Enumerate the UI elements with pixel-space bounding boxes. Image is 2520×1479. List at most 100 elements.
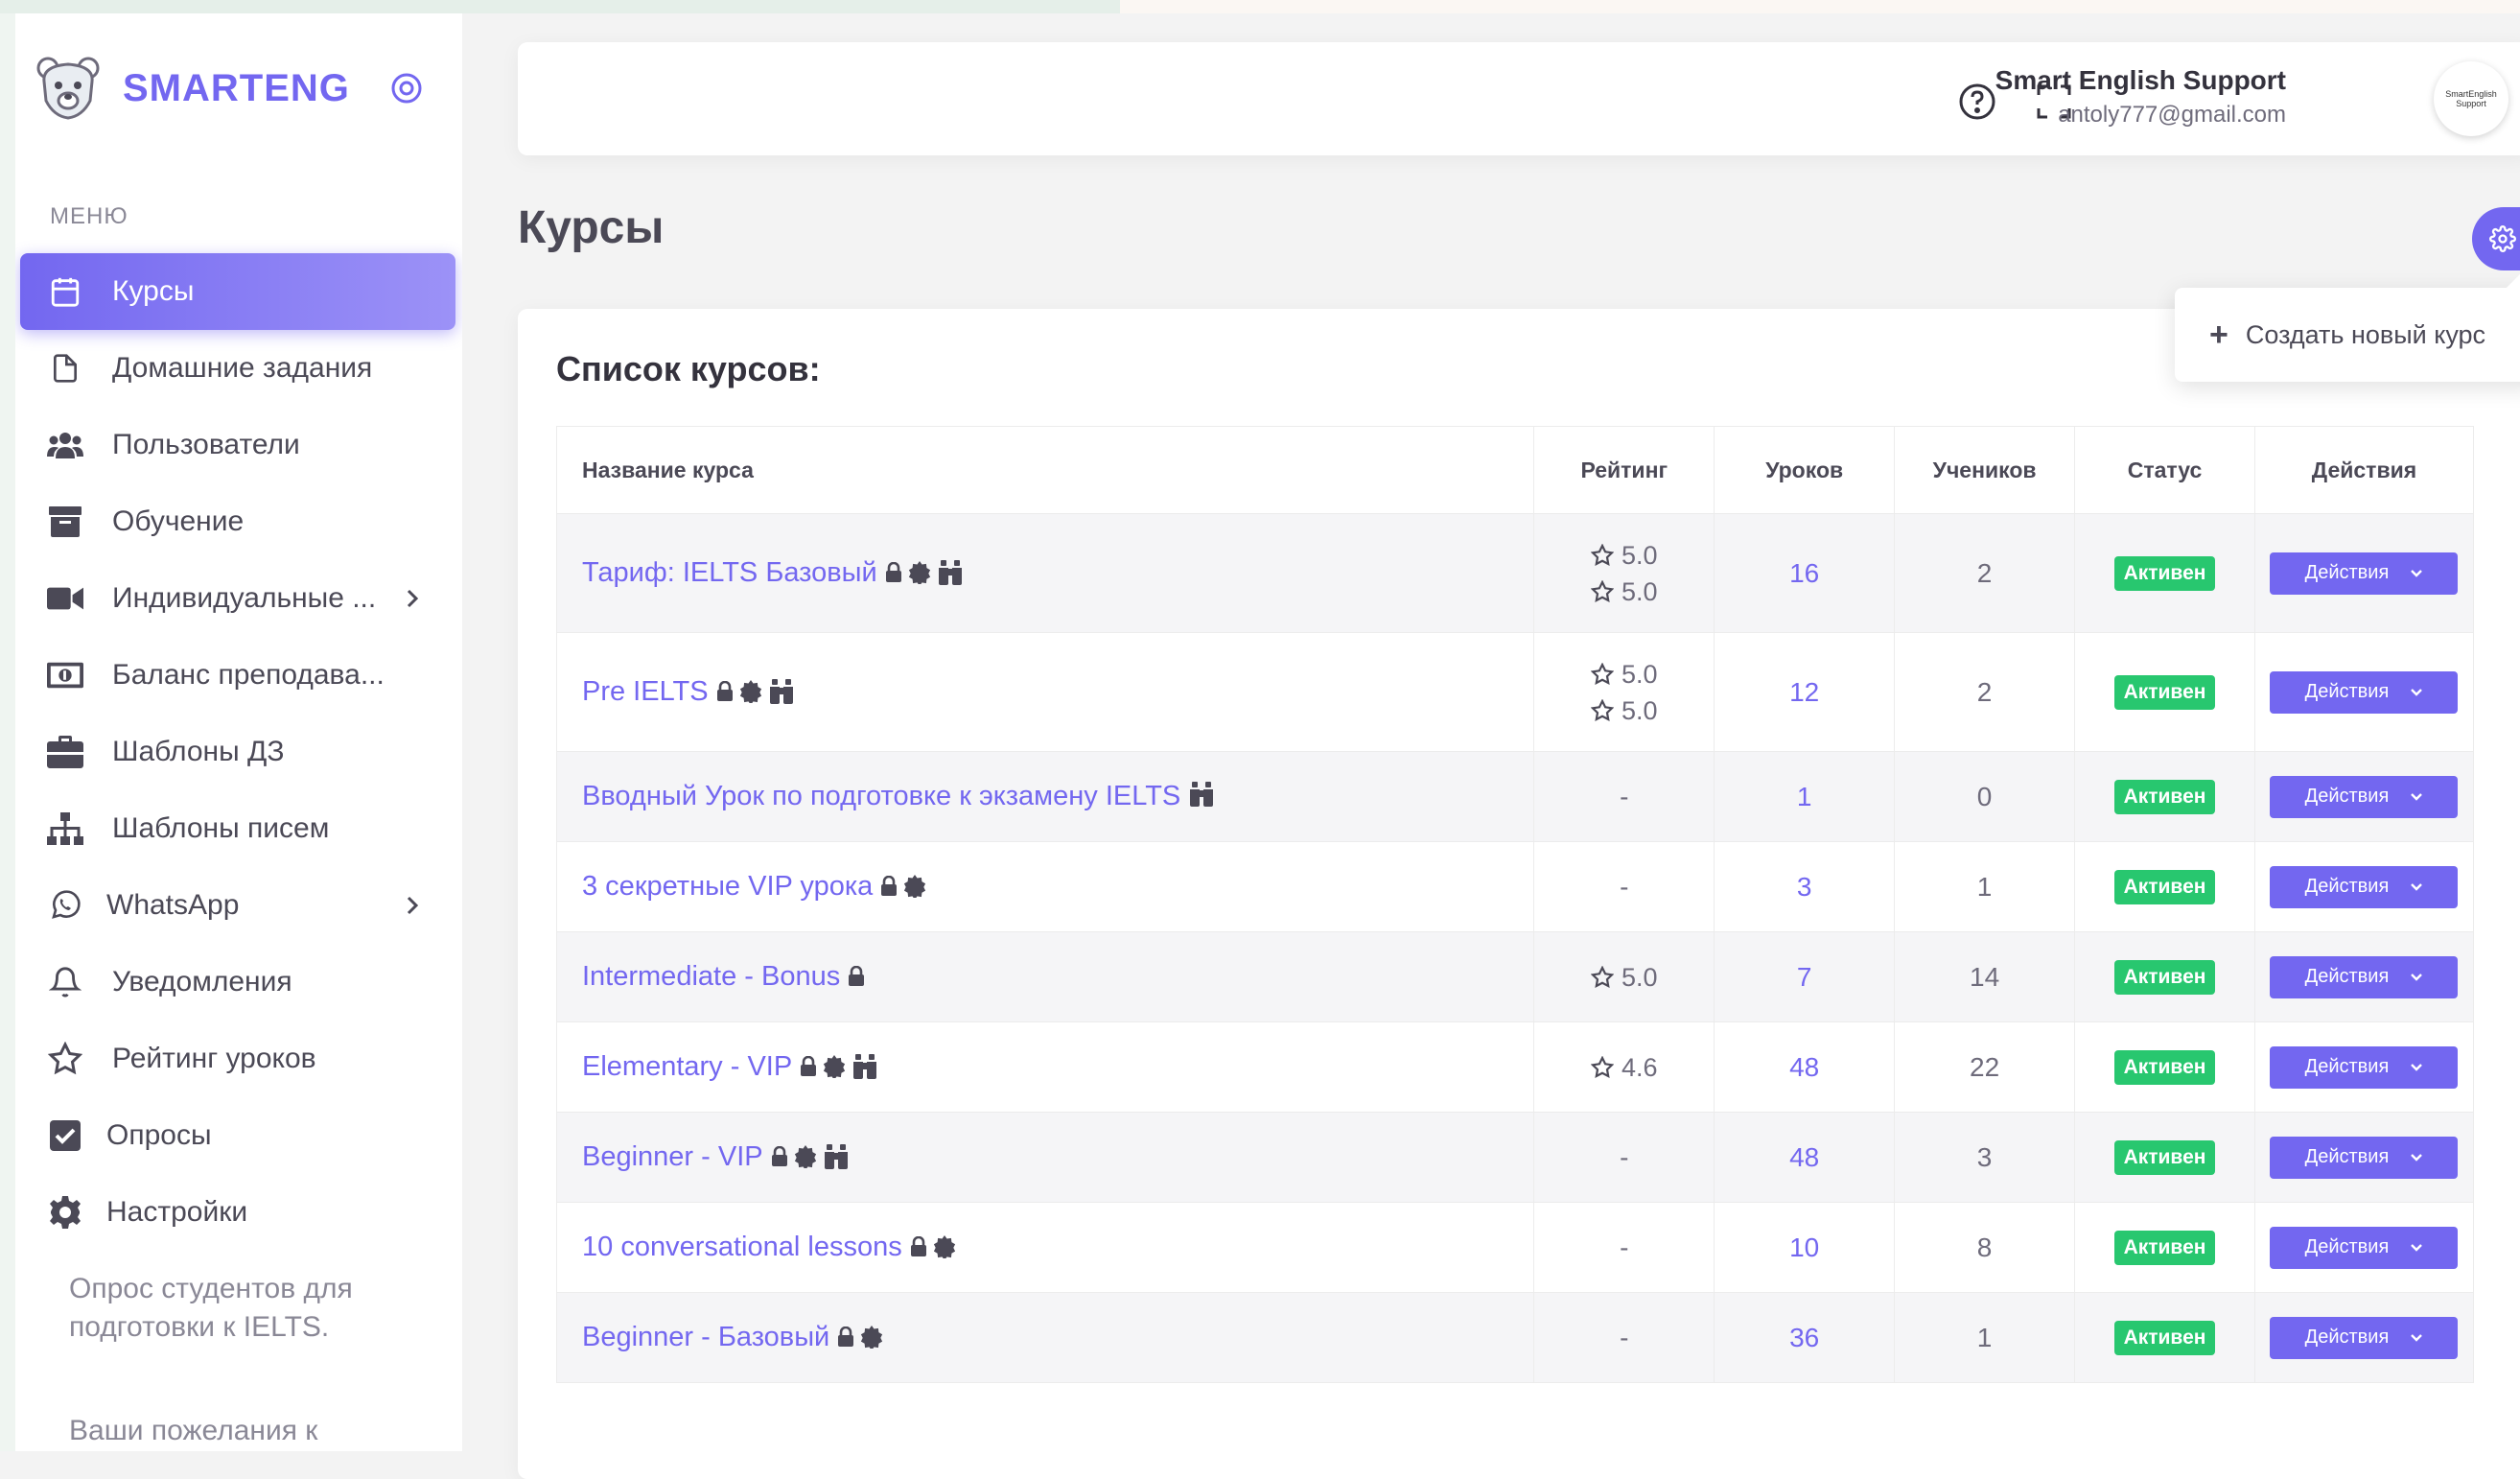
lessons-link[interactable]: 12 [1789, 677, 1819, 707]
course-link[interactable]: Вводный Урок по подготовке к экзамену IE… [582, 781, 1180, 811]
students-count: 2 [1976, 557, 1993, 588]
lessons-link[interactable]: 1 [1797, 782, 1812, 811]
video-icon [47, 580, 83, 617]
course-link[interactable]: 3 секретные VIP урока [582, 871, 873, 902]
column-header-students[interactable]: Учеников [1894, 426, 2076, 514]
rating-cell: 5.0 [1533, 931, 1715, 1022]
table-row[interactable]: Beginner - VIP - 48 3 Активен Действия [555, 1112, 2475, 1203]
lessons-cell: 10 [1714, 1202, 1896, 1293]
binoculars-icon [823, 1144, 850, 1169]
chevron-down-icon [2411, 1153, 2423, 1162]
lessons-link[interactable]: 36 [1789, 1323, 1819, 1352]
user-name[interactable]: Smart English Support [1995, 65, 2286, 96]
collapse-toggle-icon[interactable] [389, 71, 424, 106]
help-circle-icon[interactable] [1958, 82, 1996, 121]
course-name-cell: Beginner - VIP [555, 1112, 1535, 1203]
survey-link[interactable]: Опрос студентов для подготовки к IELTS. [69, 1270, 376, 1347]
column-header-actions: Действия [2253, 426, 2475, 514]
rating-empty: - [1620, 1141, 1629, 1172]
sidebar-item-courses[interactable]: Курсы [20, 253, 455, 330]
table-row[interactable]: Тариф: IELTS Базовый 5.0 5.0 16 2 Активен… [555, 513, 2475, 633]
lessons-cell: 16 [1714, 513, 1896, 633]
rating-cell: - [1533, 841, 1715, 932]
actions-cell: Действия [2253, 1021, 2475, 1113]
actions-dropdown-button[interactable]: Действия [2270, 955, 2459, 998]
sidebar-item-users[interactable]: Пользователи [20, 407, 455, 483]
course-link[interactable]: Тариф: IELTS Базовый [582, 557, 877, 588]
students-cell: 0 [1894, 751, 2076, 842]
brand[interactable]: SMARTENG [35, 50, 350, 127]
customizer-toggle[interactable] [2472, 207, 2520, 270]
courses-table: Название курса Рейтинг Уроков Учеников С… [555, 426, 2475, 1383]
sidebar-item-individual[interactable]: Индивидуальные ... [20, 560, 455, 637]
column-header-status[interactable]: Статус [2074, 426, 2255, 514]
actions-dropdown-button[interactable]: Действия [2270, 1226, 2459, 1269]
sidebar-item-learning[interactable]: Обучение [20, 483, 455, 560]
lessons-link[interactable]: 7 [1797, 962, 1812, 992]
actions-dropdown-button[interactable]: Действия [2270, 1136, 2459, 1179]
sidebar-item-teacher-balance[interactable]: Баланс преподава... [20, 637, 455, 714]
students-cell: 8 [1894, 1202, 2076, 1293]
table-row[interactable]: 3 секретные VIP урока - 3 1 Активен Дейс… [555, 841, 2475, 932]
students-count: 3 [1976, 1141, 1993, 1172]
sidebar-item-settings[interactable]: Настройки [20, 1174, 455, 1251]
star-outline-icon [1590, 662, 1614, 685]
course-link[interactable]: Pre IELTS [582, 676, 709, 707]
sidebar-item-lesson-rating[interactable]: Рейтинг уроков [20, 1021, 455, 1097]
sidebar-item-surveys[interactable]: Опросы [20, 1097, 455, 1174]
actions-dropdown-button[interactable]: Действия [2270, 552, 2459, 595]
chevron-down-icon [2411, 1333, 2423, 1342]
actions-dropdown-button[interactable]: Действия [2270, 1316, 2459, 1359]
sidebar-item-notifications[interactable]: Уведомления [20, 944, 455, 1021]
rating-value: 5.0 [1535, 656, 1713, 693]
table-row[interactable]: Вводный Урок по подготовке к экзамену IE… [555, 751, 2475, 842]
sidebar-item-email-templates[interactable]: Шаблоны писем [20, 790, 455, 867]
lock-icon [848, 966, 865, 987]
actions-cell: Действия [2253, 931, 2475, 1022]
rating-value: 4.6 [1535, 1049, 1713, 1086]
table-row[interactable]: Pre IELTS 5.0 5.0 12 2 Активен Действия [555, 632, 2475, 752]
course-link[interactable]: Beginner - Базовый [582, 1322, 829, 1352]
lessons-link[interactable]: 16 [1789, 558, 1819, 588]
actions-dropdown-button[interactable]: Действия [2270, 775, 2459, 818]
rating-value: 5.0 [1535, 959, 1713, 996]
course-link[interactable]: 10 conversational lessons [582, 1232, 902, 1262]
students-count: 14 [1970, 961, 2000, 992]
lessons-link[interactable]: 3 [1797, 872, 1812, 902]
column-header-name[interactable]: Название курса [555, 426, 1535, 514]
status-badge: Активен [2113, 1321, 2216, 1355]
sidebar-item-homework[interactable]: Домашние задания [20, 330, 455, 407]
course-flags [771, 1144, 850, 1169]
actions-dropdown-button[interactable]: Действия [2270, 865, 2459, 908]
avatar[interactable]: SmartEnglish Support [2434, 61, 2508, 136]
lessons-link[interactable]: 48 [1789, 1052, 1819, 1082]
actions-dropdown-button[interactable]: Действия [2270, 670, 2459, 714]
lessons-link[interactable]: 10 [1789, 1232, 1819, 1262]
chevron-right-icon [407, 589, 419, 608]
column-header-rating[interactable]: Рейтинг [1533, 426, 1715, 514]
course-flags [885, 560, 964, 585]
table-row[interactable]: Elementary - VIP 4.6 48 22 Активен Дейст… [555, 1021, 2475, 1113]
table-row[interactable]: Beginner - Базовый - 36 1 Активен Действ… [555, 1292, 2475, 1383]
chevron-down-icon [2411, 688, 2423, 696]
rating-empty: - [1620, 1232, 1629, 1262]
actions-label: Действия [2304, 1146, 2390, 1167]
sidebar-item-homework-templates[interactable]: Шаблоны ДЗ [20, 714, 455, 790]
feedback-link[interactable]: Ваши пожелания к [69, 1412, 376, 1450]
status-cell: Активен [2074, 841, 2255, 932]
lock-icon [885, 562, 902, 583]
sidebar-item-whatsapp[interactable]: WhatsApp [20, 867, 455, 944]
lessons-link[interactable]: 48 [1789, 1142, 1819, 1172]
course-link[interactable]: Beginner - VIP [582, 1141, 763, 1172]
table-row[interactable]: 10 conversational lessons - 10 8 Активен… [555, 1202, 2475, 1293]
table-row[interactable]: Intermediate - Bonus 5.0 7 14 Активен Де… [555, 931, 2475, 1022]
students-cell: 3 [1894, 1112, 2076, 1203]
actions-dropdown-button[interactable]: Действия [2270, 1045, 2459, 1089]
top-navbar: Smart English Support antoly777@gmail.co… [518, 42, 2520, 155]
create-course-button[interactable]: + Создать новый курс [2175, 288, 2520, 382]
course-link[interactable]: Intermediate - Bonus [582, 961, 840, 992]
column-header-lessons[interactable]: Уроков [1714, 426, 1896, 514]
course-link[interactable]: Elementary - VIP [582, 1051, 792, 1082]
course-flags [1188, 782, 1215, 807]
sidebar-item-label: Уведомления [112, 966, 292, 998]
